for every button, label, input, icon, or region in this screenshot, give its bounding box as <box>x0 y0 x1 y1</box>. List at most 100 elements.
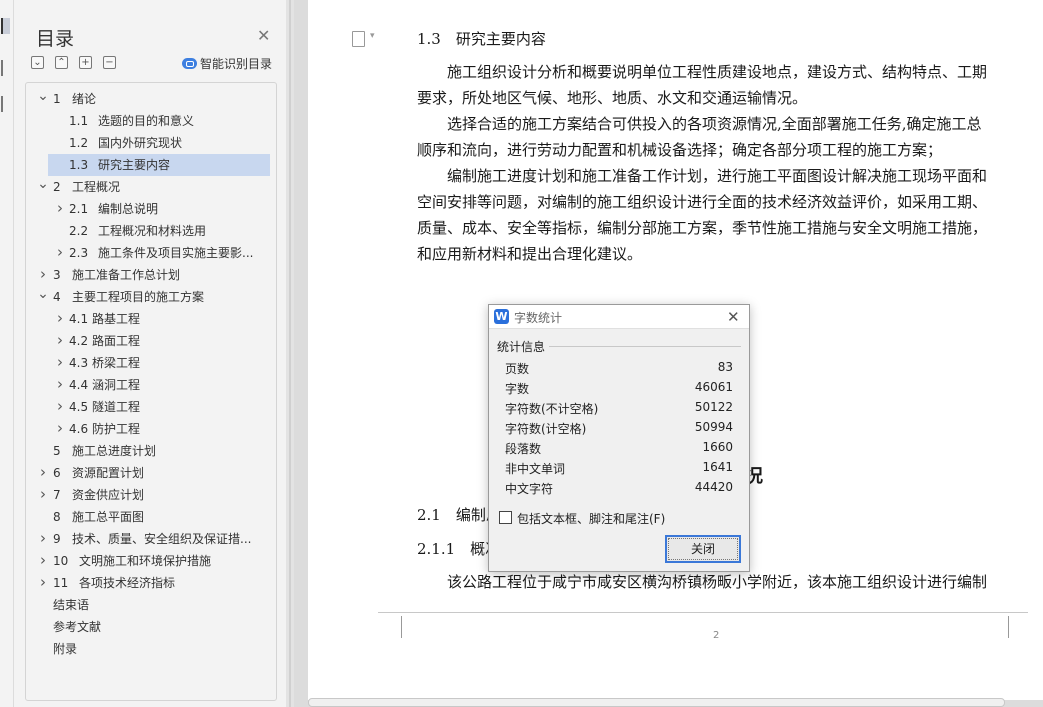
close-icon[interactable]: ✕ <box>257 26 270 45</box>
collapse-all-icon[interactable]: ⌄ <box>31 56 44 69</box>
chevron-right-icon[interactable]: › <box>37 528 49 548</box>
stat-value: 44420 <box>694 480 733 494</box>
paragraph-line: 要求，所处地区气候、地形、地质、水文和交通运输情况。 <box>417 89 808 107</box>
close-button[interactable]: 关闭 <box>665 535 741 563</box>
stat-label: 字数 <box>505 382 530 396</box>
chevron-right-icon[interactable]: › <box>54 352 66 372</box>
toc-item-number: 1 <box>53 92 61 106</box>
stat-value: 46061 <box>694 380 733 394</box>
toc-item[interactable]: › 2.3 施工条件及项目实施主要影... <box>26 242 270 264</box>
close-icon[interactable]: ✕ <box>727 308 740 326</box>
toc-item[interactable]: › 4.3 桥梁工程 <box>26 352 270 374</box>
chevron-right-icon[interactable]: › <box>54 418 66 438</box>
toc-item[interactable]: › 6 资源配置计划 <box>26 462 270 484</box>
toc-item-label: 主要工程项目的施工方案 <box>72 290 205 304</box>
toc-item[interactable]: › 10 文明施工和环境保护措施 <box>26 550 270 572</box>
toc-item-number: 11 <box>53 576 69 590</box>
toc-item[interactable]: 参考文献 <box>26 616 270 638</box>
toc-item[interactable]: 结束语 <box>26 594 270 616</box>
paragraph-line: 顺序和流向，进行劳动力配置和机械设备选择；确定各部分项工程的施工方案； <box>417 141 943 159</box>
chevron-down-icon[interactable]: ⌄ <box>37 88 49 104</box>
chevron-right-icon[interactable]: › <box>54 374 66 394</box>
stat-label: 中文字符 <box>505 482 554 496</box>
chevron-right-icon[interactable]: › <box>37 264 49 284</box>
toc-item[interactable]: ⌄ 2 工程概况 <box>26 176 270 198</box>
nav-tab-icon[interactable] <box>1 18 10 34</box>
chevron-right-icon[interactable]: › <box>37 550 49 570</box>
toc-item-number: 2.2 <box>69 224 89 238</box>
toc-item[interactable]: 8 施工总平面图 <box>26 506 270 528</box>
toc-item-label: 技术、质量、安全组织及保证措... <box>72 532 252 546</box>
toc-item-label: 研究主要内容 <box>98 158 171 172</box>
dialog-titlebar[interactable]: W 字数统计 ✕ <box>489 305 749 329</box>
toc-item[interactable]: › 4.1 路基工程 <box>26 308 270 330</box>
panel-splitter[interactable] <box>286 0 294 707</box>
toc-item-label: 绪论 <box>72 92 97 106</box>
toc-item[interactable]: › 4.5 隧道工程 <box>26 396 270 418</box>
toc-item[interactable]: › 2.1 编制总说明 <box>26 198 270 220</box>
chevron-right-icon[interactable]: › <box>37 462 49 482</box>
toc-item-label: 施工条件及项目实施主要影... <box>98 246 254 260</box>
toc-item[interactable]: 5 施工总进度计划 <box>26 440 270 462</box>
toc-item[interactable]: › 11 各项技术经济指标 <box>26 572 270 594</box>
toc-item-label: 工程概况和材料选用 <box>98 224 207 238</box>
toc-item[interactable]: 附录 <box>26 638 270 660</box>
chevron-down-icon[interactable]: ⌄ <box>37 286 49 302</box>
toc-item[interactable]: ⌄ 1 绪论 <box>26 88 270 110</box>
smart-toc-button[interactable]: 智能识别目录 <box>182 55 272 72</box>
chevron-right-icon[interactable]: › <box>54 396 66 416</box>
toc-item-label: 隧道工程 <box>92 400 141 414</box>
toc-item[interactable]: 2.2 工程概况和材料选用 <box>26 220 270 242</box>
toc-panel: 目录 ✕ ⌄ ⌃ + − 智能识别目录 ⌄ 1 绪论 1.1 选题的目的和意义 1.2 国内… <box>14 0 286 707</box>
toc-item-label: 各项技术经济指标 <box>79 576 176 590</box>
toc-item[interactable]: ⌄ 4 主要工程项目的施工方案 <box>26 286 270 308</box>
paragraph-line: 该公路工程位于咸宁市咸安区横沟桥镇杨畈小学附近，该本施工组织设计进行编制 <box>417 573 988 591</box>
nav-tab-icon[interactable] <box>1 60 10 76</box>
page-number: 2 <box>713 630 720 641</box>
toc-item-label: 施工总平面图 <box>72 510 145 524</box>
toc-item[interactable]: 1.3 研究主要内容 <box>48 154 270 176</box>
chevron-right-icon[interactable]: › <box>54 198 66 218</box>
toc-item-label: 国内外研究现状 <box>98 136 183 150</box>
toc-item[interactable]: › 4.6 防护工程 <box>26 418 270 440</box>
chevron-right-icon[interactable]: › <box>54 330 66 350</box>
toc-item[interactable]: › 9 技术、质量、安全组织及保证措... <box>26 528 270 550</box>
include-textbox-checkbox[interactable] <box>499 511 512 524</box>
stat-row: 字符数(计空格) 50994 <box>505 420 733 438</box>
toc-item-number: 3 <box>53 268 61 282</box>
chevron-right-icon[interactable]: › <box>37 572 49 592</box>
toc-title: 目录 <box>36 28 75 50</box>
nav-tab-icon[interactable] <box>1 96 10 112</box>
add-heading-icon[interactable]: + <box>79 56 92 69</box>
toc-item[interactable]: › 4.2 路面工程 <box>26 330 270 352</box>
dialog-title: 字数统计 <box>514 311 563 325</box>
stat-label: 字符数(不计空格) <box>505 402 599 416</box>
toc-item-label: 编制总说明 <box>98 202 159 216</box>
group-divider <box>549 346 741 347</box>
chevron-right-icon[interactable]: › <box>54 308 66 328</box>
toc-item-label: 涵洞工程 <box>92 378 141 392</box>
expand-all-icon[interactable]: ⌃ <box>55 56 68 69</box>
toc-item[interactable]: › 4.4 涵洞工程 <box>26 374 270 396</box>
toc-item-number: 5 <box>53 444 61 458</box>
toc-item-label: 资源配置计划 <box>72 466 145 480</box>
chevron-down-icon[interactable]: ⌄ <box>37 176 49 192</box>
toc-item[interactable]: › 7 资金供应计划 <box>26 484 270 506</box>
stat-label: 段落数 <box>505 442 542 456</box>
toc-item[interactable]: › 3 施工准备工作总计划 <box>26 264 270 286</box>
toc-item[interactable]: 1.2 国内外研究现状 <box>26 132 270 154</box>
chevron-right-icon[interactable]: › <box>54 242 66 262</box>
stat-value: 83 <box>717 360 733 374</box>
toc-item-number: 8 <box>53 510 61 524</box>
stat-row: 字数 46061 <box>505 380 733 398</box>
toc-item[interactable]: 1.1 选题的目的和意义 <box>26 110 270 132</box>
chevron-right-icon[interactable]: › <box>37 484 49 504</box>
stat-value: 50122 <box>694 400 733 414</box>
toc-item-label: 路基工程 <box>92 312 141 326</box>
remove-heading-icon[interactable]: − <box>103 56 116 69</box>
document-menu-icon[interactable] <box>352 31 375 47</box>
horizontal-scrollbar[interactable] <box>308 698 1005 707</box>
paragraph-line: 选择合适的施工方案结合可供投入的各项资源情况,全面部署施工任务,确定施工总 <box>417 115 982 133</box>
toc-item-number: 1.1 <box>69 114 89 128</box>
include-textbox-label[interactable]: 包括文本框、脚注和尾注(F) <box>517 510 665 527</box>
